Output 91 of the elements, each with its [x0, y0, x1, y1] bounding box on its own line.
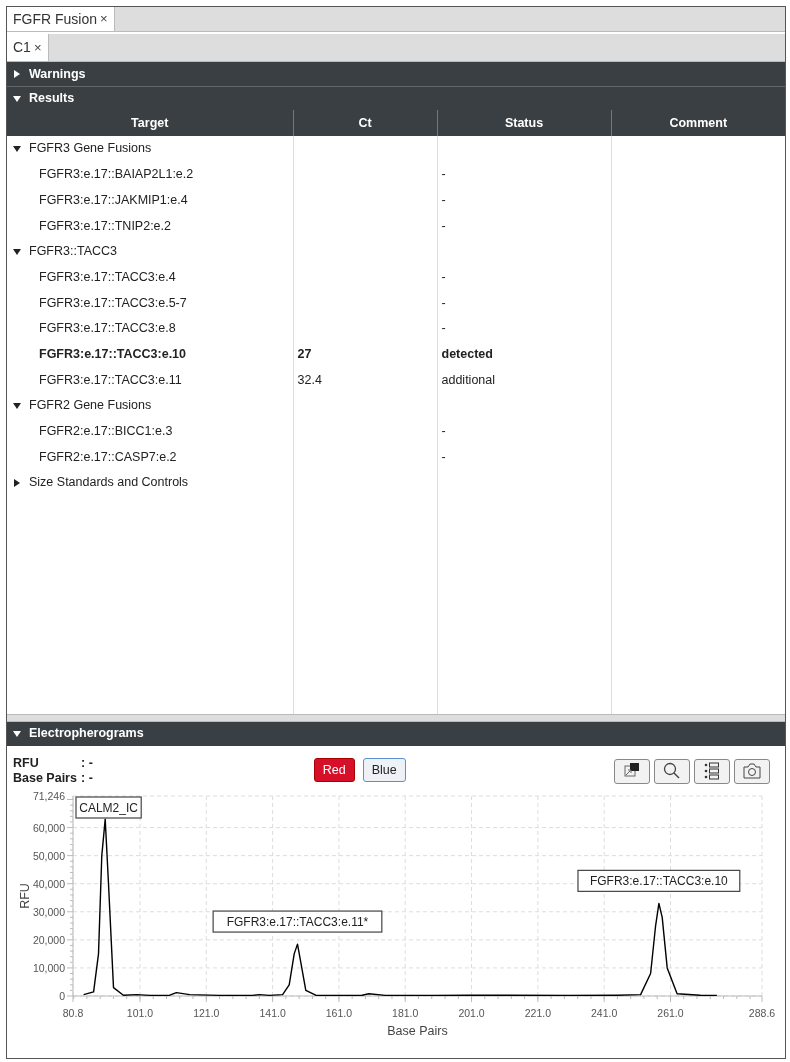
toolbar-button[interactable]: [694, 758, 730, 784]
close-button[interactable]: ×: [100, 9, 108, 29]
axis-tick-label: 121.0: [193, 1006, 220, 1019]
axis-title: RFU: [18, 882, 32, 909]
axis-tick-label: 80.8: [62, 1006, 84, 1019]
caret-icon[interactable]: [13, 478, 21, 487]
table-row[interactable]: FGFR3:e.17::TACC3:e.10 27 detected: [7, 341, 785, 368]
close-button[interactable]: ×: [33, 37, 42, 58]
column-header[interactable]: Ct: [293, 110, 437, 136]
axis-tick-label: 241.0: [591, 1006, 618, 1019]
tab[interactable]: FGFR Fusion ×: [7, 7, 115, 31]
annotation: FGFR3:e.17::TACC3:e.10: [589, 874, 729, 889]
table-row[interactable]: FGFR3:e.17::JAKMIP1:e.4 -: [7, 187, 785, 214]
tree-group[interactable]: Size Standards and Controls: [13, 473, 289, 493]
column-header[interactable]: Target: [7, 110, 293, 136]
readout-label: RFU: [13, 755, 40, 771]
axis-tick-label: 161.0: [325, 1006, 353, 1019]
tree-group[interactable]: FGFR3::TACC3: [13, 242, 289, 261]
caret-icon[interactable]: [13, 729, 21, 738]
ct-value: 27: [297, 346, 312, 361]
peak-label: FGFR3:e.17::TACC3:e.10: [577, 869, 741, 892]
channel-button[interactable]: Blue: [362, 757, 406, 782]
section-header[interactable]: Warnings: [7, 62, 785, 86]
status-value: -: [441, 192, 446, 207]
axis-tick-label: 141.0: [259, 1006, 286, 1019]
table-row[interactable]: FGFR2:e.17::CASP7:e.2 -: [7, 444, 785, 470]
annotation: FGFR3:e.17::TACC3:e.11*: [226, 914, 369, 929]
caret-icon[interactable]: [13, 401, 21, 410]
status-value: -: [441, 449, 446, 464]
target-name: FGFR3:e.17::TNIP2:e.2: [39, 218, 171, 233]
section-header[interactable]: Electropherograms: [7, 721, 785, 746]
axis-tick-label: 101.0: [126, 1006, 154, 1019]
list-icon: [702, 761, 722, 782]
axis-tick-label: 261.0: [657, 1006, 684, 1019]
axis-tick-label: 71,246: [32, 789, 65, 802]
status-value: additional: [441, 372, 495, 387]
axis-tick-label: 30,000: [32, 905, 65, 918]
caret-icon[interactable]: [13, 70, 21, 78]
ct-value: 32.4: [297, 372, 322, 387]
tab[interactable]: C1 ×: [7, 34, 49, 61]
axis-tick-label: 40,000: [32, 877, 65, 890]
status-value: detected: [441, 346, 493, 361]
target-name: FGFR2:e.17::CASP7:e.2: [39, 449, 177, 464]
status-value: -: [441, 295, 446, 310]
tree-group[interactable]: FGFR2 Gene Fusions: [13, 396, 289, 416]
target-name: FGFR3:e.17::TACC3:e.5-7: [39, 295, 187, 310]
axis-tick-label: 60,000: [32, 821, 65, 834]
axis-tick-label: 288.6: [748, 1006, 776, 1019]
target-name: FGFR3:e.17::TACC3:e.11: [39, 372, 182, 387]
status-value: -: [441, 269, 446, 284]
caret-icon[interactable]: [13, 247, 21, 256]
status-value: -: [441, 424, 446, 439]
column-header[interactable]: Status: [437, 110, 611, 136]
axis-tick-label: 10,000: [32, 961, 65, 974]
table-row[interactable]: FGFR3:e.17::TACC3:e.11 32.4 additional: [7, 367, 785, 393]
readout-label: Base Pairs: [13, 770, 78, 786]
table-row[interactable]: FGFR3:e.17::TNIP2:e.2 -: [7, 213, 785, 239]
table-row[interactable]: FGFR2:e.17::BICC1:e.3 -: [7, 418, 785, 445]
axis-tick-label: 221.0: [524, 1006, 551, 1019]
caret-icon[interactable]: [13, 144, 21, 153]
toolbar-button[interactable]: [614, 758, 650, 784]
table-row[interactable]: FGFR3:e.17::BAIAP2L1:e.2 -: [7, 161, 785, 188]
toolbar-button[interactable]: [654, 758, 690, 784]
peak-label: FGFR3:e.17::TACC3:e.11*: [212, 910, 383, 933]
target-name: FGFR3:e.17::JAKMIP1:e.4: [39, 192, 188, 207]
column-header[interactable]: Comment: [611, 110, 785, 136]
axis-title: Base Pairs: [387, 1023, 448, 1038]
table-row[interactable]: FGFR3:e.17::TACC3:e.4 -: [7, 264, 785, 291]
axis-tick-label: 20,000: [32, 933, 65, 946]
table-row[interactable]: FGFR3:e.17::TACC3:e.8 -: [7, 315, 785, 342]
peak-label: CALM2_IC: [75, 796, 142, 819]
camera-icon: [742, 761, 762, 782]
axis-tick-label: 0: [59, 989, 65, 1002]
caret-icon[interactable]: [13, 94, 21, 103]
status-value: -: [441, 167, 446, 182]
target-name: FGFR3:e.17::TACC3:e.10: [39, 346, 187, 361]
axis-tick-label: 201.0: [458, 1006, 485, 1019]
readout-value: : -: [81, 770, 93, 786]
target-name: FGFR2:e.17::BICC1:e.3: [39, 424, 173, 439]
target-name: FGFR3:e.17::TACC3:e.4: [39, 269, 176, 284]
target-name: FGFR3:e.17::BAIAP2L1:e.2: [39, 167, 194, 182]
section-header[interactable]: Results: [7, 86, 785, 110]
axis-tick-label: 50,000: [32, 849, 65, 862]
status-value: -: [441, 218, 446, 233]
channel-button[interactable]: Red: [313, 757, 355, 782]
table-row[interactable]: FGFR3:e.17::TACC3:e.5-7 -: [7, 290, 785, 316]
tree-group[interactable]: FGFR3 Gene Fusions: [13, 139, 289, 159]
readout-value: : -: [81, 755, 93, 771]
status-value: -: [441, 321, 446, 336]
axis-tick-label: 181.0: [392, 1006, 419, 1019]
target-name: FGFR3:e.17::TACC3:e.8: [39, 321, 176, 336]
